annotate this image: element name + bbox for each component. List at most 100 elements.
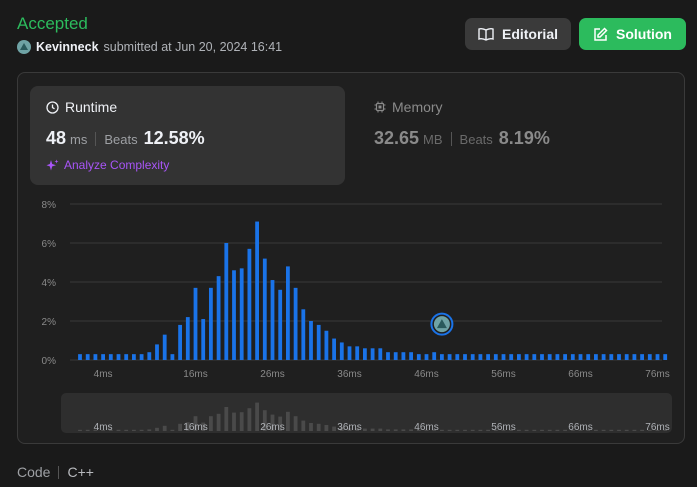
distribution-bar[interactable] [501, 354, 506, 360]
distribution-bar[interactable] [347, 346, 352, 360]
distribution-bar[interactable] [355, 346, 360, 360]
editorial-button[interactable]: Editorial [465, 18, 571, 50]
distribution-bar[interactable] [78, 354, 82, 360]
distribution-bar[interactable] [524, 354, 529, 360]
chart-range-navigator[interactable]: 4ms 16ms 26ms 36ms 46ms 56ms 66ms 76ms [61, 393, 672, 433]
distribution-bar[interactable] [416, 354, 421, 360]
distribution-bar[interactable] [216, 276, 221, 360]
username-link[interactable]: Kevinneck [36, 40, 99, 54]
navigator-bar [640, 429, 644, 431]
navigator-bar [293, 416, 298, 431]
navigator-bar [563, 429, 567, 431]
distribution-bar[interactable] [185, 317, 190, 360]
distribution-bar[interactable] [278, 289, 283, 360]
distribution-bar[interactable] [470, 354, 475, 360]
distribution-bar[interactable] [247, 248, 252, 360]
editorial-label: Editorial [501, 26, 558, 42]
distribution-bar[interactable] [224, 243, 229, 360]
distribution-bar[interactable] [578, 354, 583, 360]
navigator-tick-label: 26ms [260, 422, 284, 433]
distribution-bar[interactable] [270, 280, 275, 360]
distribution-bar[interactable] [332, 338, 336, 360]
distribution-bar[interactable] [232, 270, 236, 360]
user-avatar[interactable] [17, 40, 31, 54]
distribution-bar[interactable] [209, 287, 213, 360]
distribution-bar[interactable] [101, 354, 105, 360]
distribution-bar[interactable] [509, 354, 514, 360]
distribution-bar[interactable] [85, 354, 90, 360]
distribution-bar[interactable] [363, 348, 367, 360]
distribution-bar[interactable] [609, 354, 614, 360]
distribution-bar[interactable] [547, 354, 552, 360]
distribution-bar[interactable] [655, 354, 660, 360]
distribution-bar[interactable] [386, 352, 390, 360]
distribution-bar[interactable] [139, 354, 144, 360]
distribution-bar[interactable] [309, 321, 313, 360]
distribution-bar[interactable] [255, 221, 259, 360]
distribution-bar[interactable] [555, 354, 560, 360]
solution-button[interactable]: Solution [579, 18, 686, 50]
distribution-bar[interactable] [493, 354, 498, 360]
distribution-bar[interactable] [339, 342, 344, 360]
distribution-bar[interactable] [540, 354, 544, 360]
memory-panel[interactable]: Memory 32.65 MB Beats 8.19% [358, 86, 673, 185]
distribution-bar[interactable] [440, 354, 444, 360]
distribution-bar[interactable] [147, 352, 152, 360]
distribution-bar[interactable] [640, 354, 644, 360]
runtime-distribution-chart[interactable]: 0% 2% 4% 6% 8% 4ms 16ms 26ms 36ms 46ms 56ms 66ms 76m… [30, 195, 670, 385]
distribution-bar[interactable] [108, 354, 113, 360]
distribution-bar[interactable] [316, 324, 321, 360]
distribution-bar[interactable] [116, 354, 121, 360]
distribution-bar[interactable] [478, 354, 483, 360]
distribution-bar[interactable] [463, 354, 467, 360]
distribution-bar[interactable] [201, 319, 206, 360]
distribution-bar[interactable] [563, 354, 567, 360]
distribution-bar[interactable] [570, 354, 575, 360]
distribution-bar[interactable] [132, 354, 136, 360]
navigator-tick-label: 56ms [491, 422, 515, 433]
x-tick-label: 16ms [183, 369, 207, 380]
distribution-bar[interactable] [193, 287, 198, 360]
distribution-bar[interactable] [663, 354, 668, 360]
distribution-bar[interactable] [124, 354, 129, 360]
navigator-bar [316, 423, 321, 431]
distribution-bar[interactable] [532, 354, 537, 360]
distribution-bar[interactable] [586, 354, 591, 360]
distribution-bar[interactable] [155, 344, 159, 360]
distribution-bar[interactable] [632, 354, 637, 360]
navigator-bar [617, 429, 621, 431]
distribution-bar[interactable] [432, 352, 437, 360]
distribution-bar[interactable] [624, 354, 629, 360]
your-submission-marker[interactable] [430, 312, 454, 336]
navigator-bar [632, 429, 637, 431]
distribution-bar[interactable] [93, 354, 98, 360]
distribution-bar[interactable] [239, 268, 244, 360]
distribution-bar[interactable] [301, 309, 306, 360]
distribution-bar[interactable] [293, 287, 298, 360]
distribution-bar[interactable] [617, 354, 621, 360]
distribution-bar[interactable] [601, 354, 606, 360]
navigator-bar [247, 408, 252, 431]
distribution-bar[interactable] [378, 348, 383, 360]
analyze-complexity-link[interactable]: Analyze Complexity [46, 158, 169, 172]
distribution-bar[interactable] [647, 354, 652, 360]
navigator-bar [139, 429, 144, 431]
distribution-bar[interactable] [170, 354, 175, 360]
distribution-bar[interactable] [178, 324, 182, 360]
distribution-bar[interactable] [162, 334, 167, 360]
distribution-bar[interactable] [324, 330, 329, 360]
distribution-bar[interactable] [447, 354, 452, 360]
distribution-bar[interactable] [486, 354, 490, 360]
distribution-bar[interactable] [455, 354, 460, 360]
distribution-bar[interactable] [370, 348, 375, 360]
distribution-bar[interactable] [393, 352, 398, 360]
distribution-bar[interactable] [594, 354, 598, 360]
memory-beats-label: Beats [459, 132, 493, 147]
runtime-panel[interactable]: Runtime 48 ms Beats 12.58% Analyze Compl… [30, 86, 345, 185]
distribution-bar[interactable] [409, 352, 413, 360]
distribution-bar[interactable] [262, 258, 267, 360]
distribution-bar[interactable] [401, 352, 406, 360]
distribution-bar[interactable] [517, 354, 521, 360]
distribution-bar[interactable] [424, 354, 429, 360]
distribution-bar[interactable] [286, 266, 290, 360]
